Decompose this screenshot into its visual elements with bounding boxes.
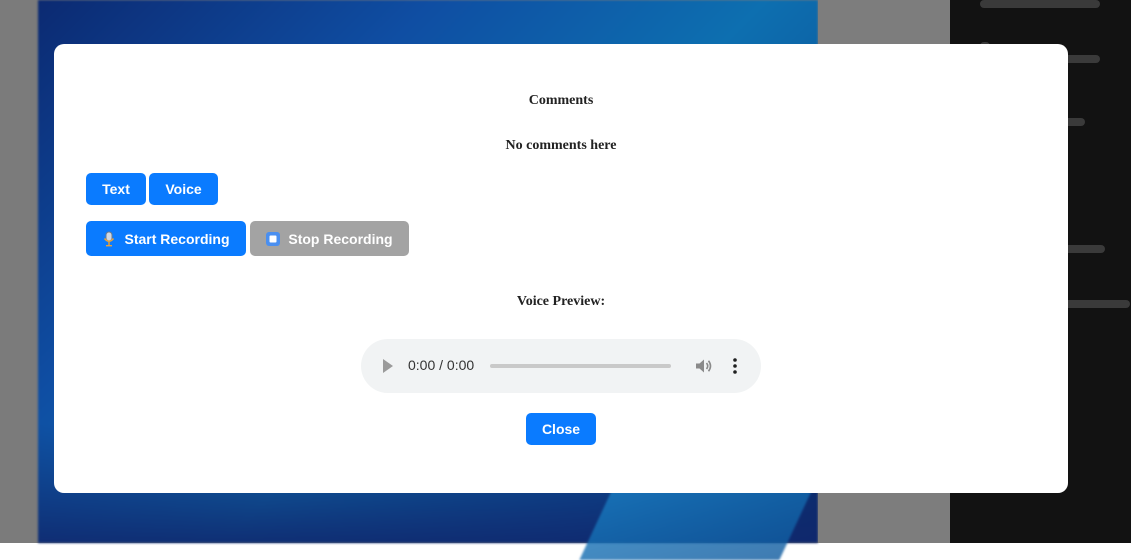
volume-icon[interactable] bbox=[695, 358, 713, 374]
start-recording-label: Start Recording bbox=[124, 230, 230, 247]
audio-player: 0:00 / 0:00 bbox=[361, 339, 761, 393]
audio-progress-track[interactable] bbox=[490, 364, 671, 368]
modal-title: Comments bbox=[528, 93, 594, 108]
comments-modal: Comments No comments here Text Voice Sta… bbox=[54, 44, 1068, 493]
start-recording-button[interactable]: Start Recording bbox=[86, 221, 246, 256]
more-options-icon[interactable] bbox=[730, 357, 740, 375]
stop-icon bbox=[266, 231, 281, 246]
microphone-icon bbox=[102, 231, 116, 246]
stop-recording-button[interactable]: Stop Recording bbox=[250, 221, 409, 256]
audio-time-display: 0:00 / 0:00 bbox=[408, 357, 475, 373]
stop-recording-label: Stop Recording bbox=[288, 230, 393, 247]
play-icon[interactable] bbox=[383, 359, 393, 373]
empty-comments-message: No comments here bbox=[505, 138, 617, 153]
voice-preview-heading: Voice Preview: bbox=[516, 294, 606, 309]
text-mode-button[interactable]: Text bbox=[86, 173, 146, 205]
close-button[interactable]: Close bbox=[526, 413, 596, 445]
background-placeholder bbox=[980, 0, 1100, 8]
background-placeholder bbox=[1060, 300, 1130, 308]
voice-mode-button[interactable]: Voice bbox=[149, 173, 218, 205]
